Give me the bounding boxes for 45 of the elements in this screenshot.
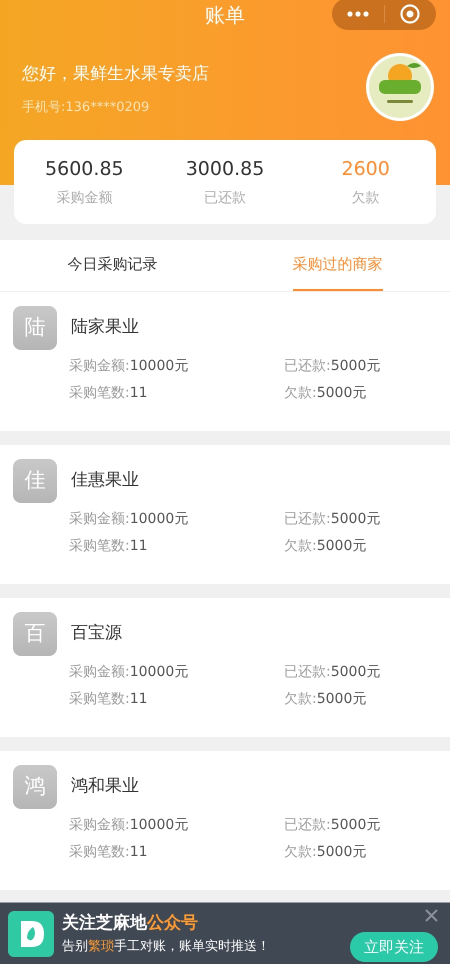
close-icon[interactable] xyxy=(425,909,438,922)
merchant-stat: 采购笔数:11 xyxy=(69,690,149,709)
merchant-avatar: 百 xyxy=(13,612,57,656)
merchant-stat: 已还款:5000元 xyxy=(284,357,382,376)
merchant-stat: 已还款:5000元 xyxy=(284,663,382,682)
banner-subtitle: 告别繁琐手工对账，账单实时推送！ xyxy=(62,938,271,956)
merchant-stat: 采购金额:10000元 xyxy=(69,816,190,835)
summary-value: 3000.85 xyxy=(186,157,264,182)
page-title: 账单 xyxy=(205,5,245,25)
summary-label: 采购金额 xyxy=(56,188,112,208)
summary-value: 2600 xyxy=(342,157,390,182)
greeting-text: 您好，果鲜生水果专卖店 xyxy=(22,63,209,86)
merchant-stat: 采购金额:10000元 xyxy=(69,663,190,682)
merchant-card[interactable]: 佳 佳惠果业 采购金额:10000元 已还款:5000元 采购笔数:11 欠款:5000元 xyxy=(0,445,450,584)
merchant-stat: 采购笔数:11 xyxy=(69,843,149,862)
merchant-name: 百宝源 xyxy=(71,622,122,646)
merchant-name: 佳惠果业 xyxy=(71,469,139,492)
summary-label: 欠款 xyxy=(352,188,380,208)
merchant-stat: 已还款:5000元 xyxy=(284,510,382,529)
merchant-avatar: 佳 xyxy=(13,459,57,503)
target-icon xyxy=(400,4,420,24)
merchant-stat: 采购笔数:11 xyxy=(69,537,149,556)
merchant-stat: 欠款:5000元 xyxy=(284,843,368,862)
banner-title: 关注芝麻地公众号 xyxy=(62,912,199,934)
merchant-stat: 欠款:5000元 xyxy=(284,384,368,403)
merchant-stat: 采购笔数:11 xyxy=(69,384,149,403)
merchant-stat: 采购金额:10000元 xyxy=(69,510,190,529)
merchant-card[interactable]: 百 百宝源 采购金额:10000元 已还款:5000元 采购笔数:11 欠款:5000元 xyxy=(0,598,450,737)
merchant-avatar: 陆 xyxy=(13,306,57,350)
logo-icon xyxy=(365,52,435,122)
summary-value: 5600.85 xyxy=(45,157,124,182)
merchant-stat: 欠款:5000元 xyxy=(284,537,368,556)
more-icon xyxy=(346,11,369,17)
tab[interactable]: 今日采购记录 xyxy=(68,240,158,291)
summary-label: 已还款 xyxy=(204,188,246,208)
merchant-stat: 已还款:5000元 xyxy=(284,816,382,835)
app-logo-icon xyxy=(8,910,54,956)
merchant-name: 陆家果业 xyxy=(71,316,139,340)
merchant-card[interactable]: 陆 陆家果业 采购金额:10000元 已还款:5000元 采购笔数:11 欠款:5000元 xyxy=(0,292,450,431)
merchant-avatar: 鸿 xyxy=(13,765,57,809)
merchant-card[interactable]: 鸿 鸿和果业 采购金额:10000元 已还款:5000元 采购笔数:11 欠款:5000元 xyxy=(0,751,450,890)
merchant-stat: 欠款:5000元 xyxy=(284,690,368,709)
merchant-name: 鸿和果业 xyxy=(71,775,139,798)
phone-number: 手机号:136****0209 xyxy=(22,98,150,116)
merchant-stat: 采购金额:10000元 xyxy=(69,357,190,376)
